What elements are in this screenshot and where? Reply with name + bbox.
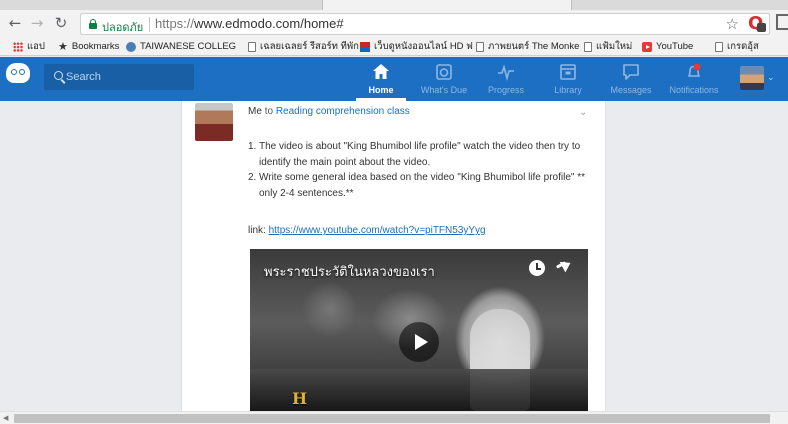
bookmark-label: YouTube bbox=[656, 41, 694, 52]
nav-progress[interactable]: Progress bbox=[476, 61, 536, 99]
list-number: 1. bbox=[248, 141, 257, 152]
chevron-down-icon[interactable]: ⌄ bbox=[767, 73, 775, 83]
secure-label: ปลอดภัย bbox=[102, 22, 144, 34]
nav-label: Progress bbox=[487, 85, 524, 95]
post-options-chevron-icon[interactable]: ⌄ bbox=[579, 107, 587, 118]
forward-arrow-icon[interactable]: → bbox=[28, 14, 46, 32]
bookmark-apps[interactable]: แอป bbox=[13, 40, 45, 54]
nav-label: Library bbox=[554, 85, 582, 95]
video-title[interactable]: พระราชประวัติในหลวงของเรา bbox=[264, 261, 435, 282]
page-icon bbox=[476, 42, 484, 52]
play-button-icon[interactable] bbox=[399, 322, 439, 362]
flag-icon bbox=[360, 42, 370, 52]
bookmark-label: เกรดอุ้ส bbox=[727, 41, 759, 52]
bookmarks-bar: แอป ★ Bookmarks TAIWANESE COLLEG เฉลยเฉลย… bbox=[0, 38, 788, 56]
search-box[interactable] bbox=[44, 64, 194, 90]
pulse-icon bbox=[498, 64, 514, 81]
extension-menu-icon[interactable] bbox=[776, 14, 788, 30]
bookmark-grades[interactable]: เกรดอุ้ส bbox=[715, 40, 759, 54]
channel-logo: H bbox=[292, 389, 308, 408]
star-icon: ★ bbox=[58, 40, 68, 53]
list-text: The video is about "King Bhumibol life p… bbox=[259, 141, 581, 168]
bookmark-label: เว็บดูหนังออนไลน์ HD ฟ bbox=[374, 41, 473, 52]
link-line: link: https://www.youtube.com/watch?v=pi… bbox=[248, 225, 486, 236]
nav-whats-due[interactable]: What's Due bbox=[414, 61, 474, 99]
horizontal-scrollbar[interactable]: ◀ bbox=[0, 411, 788, 424]
bookmark-new-folder[interactable]: แฟ้มใหม่ bbox=[584, 40, 632, 54]
search-icon bbox=[54, 71, 63, 80]
bookmark-bookmarks[interactable]: ★ Bookmarks bbox=[58, 40, 119, 54]
post-author-avatar[interactable] bbox=[195, 103, 233, 141]
scroll-left-arrow-icon[interactable]: ◀ bbox=[3, 414, 8, 422]
search-input[interactable] bbox=[66, 64, 190, 90]
post-header: Me to Reading comprehension class bbox=[248, 106, 410, 117]
nav-home[interactable]: Home bbox=[351, 61, 411, 99]
bookmark-label: TAIWANESE COLLEG bbox=[140, 41, 237, 52]
url-scheme: https:// bbox=[155, 16, 195, 31]
bookmark-movies[interactable]: เว็บดูหนังออนไลน์ HD ฟ bbox=[360, 40, 473, 54]
instruction-list: 1. The video is about "King Bhumibol life… bbox=[248, 139, 588, 201]
bell-icon bbox=[687, 63, 701, 77]
url-separator bbox=[149, 17, 150, 32]
tab-strip bbox=[0, 0, 788, 10]
post-class-link[interactable]: Reading comprehension class bbox=[276, 106, 410, 117]
nav-label: Notifications bbox=[669, 85, 719, 95]
youtube-link[interactable]: https://www.youtube.com/watch?v=piTFN53y… bbox=[269, 225, 486, 236]
scrollbar-thumb[interactable] bbox=[14, 414, 770, 423]
globe-icon bbox=[126, 42, 136, 52]
list-item: 2. Write some general idea based on the v… bbox=[248, 170, 588, 201]
apps-icon bbox=[13, 42, 23, 52]
share-arrow-icon[interactable] bbox=[554, 257, 574, 276]
bookmark-youtube[interactable]: YouTube bbox=[642, 40, 693, 54]
url-host-path: www.edmodo.com/home# bbox=[194, 16, 344, 31]
page-icon bbox=[248, 42, 256, 52]
user-avatar[interactable] bbox=[740, 66, 764, 90]
edmodo-navbar: Home What's Due Progress Library Message… bbox=[0, 57, 788, 101]
url-text[interactable]: https://www.edmodo.com/home# bbox=[155, 16, 344, 31]
bookmark-resort[interactable]: เฉลยเฉลยร์ รีสอร์ท ทีพัก bbox=[248, 40, 359, 54]
youtube-icon bbox=[642, 42, 652, 52]
reload-icon[interactable]: ↻ bbox=[52, 14, 70, 32]
nav-label: Messages bbox=[610, 85, 652, 95]
post-sender[interactable]: Me bbox=[248, 106, 262, 117]
camera-icon bbox=[436, 64, 452, 80]
edmodo-logo-icon[interactable] bbox=[6, 63, 30, 83]
lock-icon bbox=[89, 19, 97, 29]
message-icon bbox=[623, 64, 639, 80]
main-content: Me to Reading comprehension class ⌄ 1. Th… bbox=[0, 101, 788, 411]
nav-notifications[interactable]: Notifications bbox=[664, 61, 724, 99]
page-icon bbox=[715, 42, 723, 52]
post-to-word: to bbox=[264, 106, 274, 117]
list-number: 2. bbox=[248, 172, 257, 183]
post-body: 1. The video is about "King Bhumibol life… bbox=[248, 139, 588, 201]
bookmark-label: เฉลยเฉลยร์ รีสอร์ท ทีพัก bbox=[260, 41, 359, 52]
bookmark-taiwanese[interactable]: TAIWANESE COLLEG bbox=[126, 40, 236, 54]
browser-toolbar: ← → ↻ ปลอดภัย https://www.edmodo.com/hom… bbox=[0, 10, 788, 38]
bookmark-label: แฟ้มใหม่ bbox=[596, 41, 633, 52]
bookmark-label: แอป bbox=[27, 41, 45, 52]
video-embed[interactable]: พระราชประวัติในหลวงของเรา H bbox=[250, 249, 588, 411]
bookmark-star-icon[interactable]: ☆ bbox=[726, 15, 739, 33]
nav-label: Home bbox=[368, 85, 394, 95]
active-tab[interactable] bbox=[322, 0, 572, 10]
address-bar[interactable]: ปลอดภัย https://www.edmodo.com/home# ☆ bbox=[80, 13, 770, 35]
nav-library[interactable]: Library bbox=[538, 61, 598, 99]
library-icon bbox=[560, 64, 576, 80]
bookmark-label: Bookmarks bbox=[71, 41, 120, 52]
nav-messages[interactable]: Messages bbox=[601, 61, 661, 99]
watch-later-clock-icon[interactable] bbox=[529, 260, 545, 276]
extension-icon[interactable]: Q bbox=[748, 13, 766, 34]
list-text: Write some general idea based on the vid… bbox=[259, 172, 585, 199]
back-arrow-icon[interactable]: ← bbox=[6, 14, 24, 32]
list-item: 1. The video is about "King Bhumibol life… bbox=[248, 139, 588, 170]
post-card: Me to Reading comprehension class ⌄ 1. Th… bbox=[181, 101, 606, 411]
nav-label: What's Due bbox=[420, 85, 468, 95]
bookmark-label: ภาพยนตร์ The Monke bbox=[488, 41, 580, 52]
home-icon bbox=[373, 64, 389, 79]
link-label: link: bbox=[248, 225, 266, 236]
bookmark-monkey[interactable]: ภาพยนตร์ The Monke bbox=[476, 40, 579, 54]
page-icon bbox=[584, 42, 592, 52]
